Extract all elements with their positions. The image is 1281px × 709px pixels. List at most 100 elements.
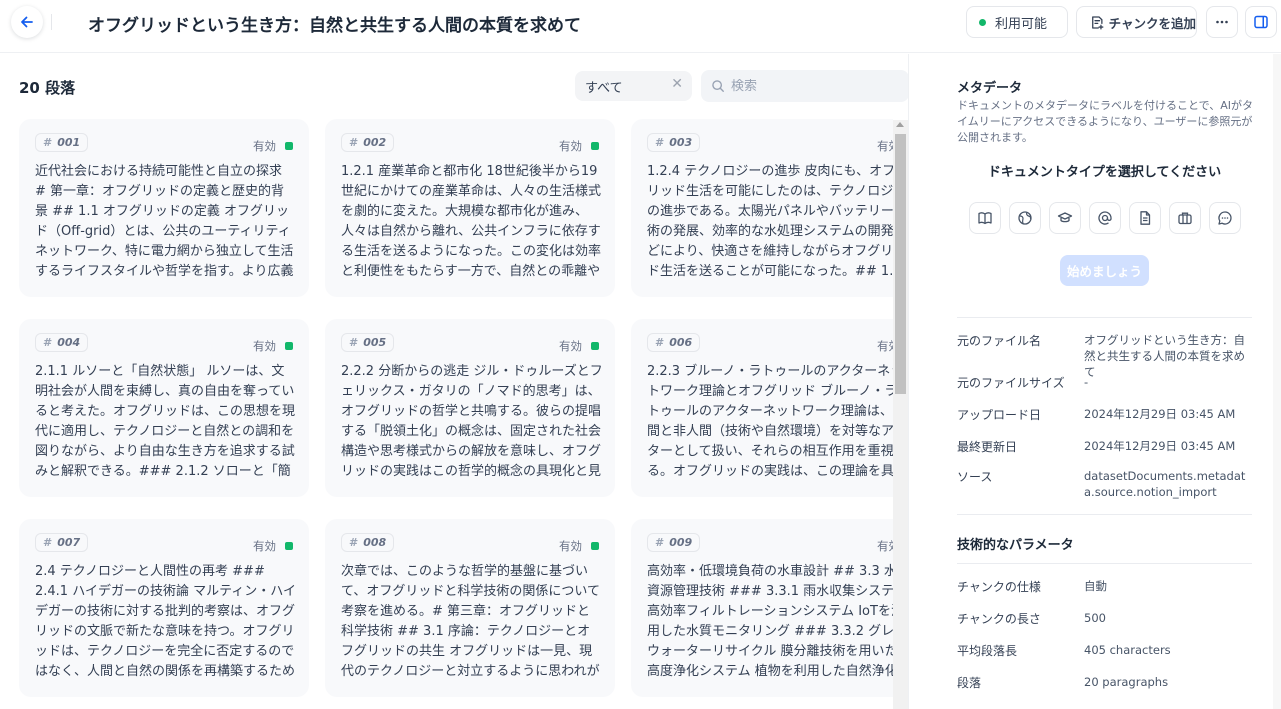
enabled-indicator	[591, 342, 599, 350]
chunk-card[interactable]: #001 有効 近代社会における持続可能性と自立の探求 # 第一章：オフグリッド…	[19, 119, 309, 297]
back-button[interactable]	[11, 6, 43, 38]
doc-type-social[interactable]	[1089, 202, 1121, 234]
chunk-content: 次章では、このような哲学的基盤に基づいて、オフグリッドと科学技術の関係について考…	[341, 564, 600, 679]
chunk-card[interactable]: #004 有効 2.1.1 ルソーと「自然状態」 ルソーは、文明社会が人間を束縛…	[19, 319, 309, 497]
chunk-content: 1.2.1 産業革命と都市化 18世紀後半から19世紀にかけての産業革命は、人々…	[341, 164, 602, 279]
field-value-last-updated: 2024年12月29日 03:45 AM	[1084, 439, 1236, 453]
enabled-indicator	[285, 142, 293, 150]
field-label-last-updated: 最終更新日	[957, 440, 1018, 454]
field-label-paragraphs: 段落	[957, 676, 982, 690]
search-input[interactable]	[731, 78, 901, 94]
briefcase-icon	[1178, 212, 1192, 225]
field-value-avg-paragraph-length: 405 characters	[1084, 643, 1171, 657]
chunk-card[interactable]: #006 有効 2.2.3 ブルーノ・ラトゥールのアクターネットワーク理論とオフ…	[631, 319, 893, 497]
doc-type-options	[969, 202, 1249, 234]
status-filter-select[interactable]: すべて ✕	[575, 71, 692, 101]
chunk-status: 有効	[559, 138, 599, 154]
chunk-id-badge: #003	[647, 133, 701, 152]
chunk-id-badge: #001	[35, 133, 89, 152]
chunk-content: 近代社会における持続可能性と自立の探求 # 第一章：オフグリッドの定義と歴史的背…	[35, 164, 294, 279]
field-label-chunk-mode: チャンクの仕様	[957, 580, 1041, 594]
more-options-button[interactable]	[1206, 6, 1238, 38]
at-sign-icon	[1098, 211, 1112, 225]
field-value-source: datasetDocuments.metadata.source.notion_…	[1084, 469, 1246, 499]
chunk-content: 1.2.4 テクノロジーの進歩 皮肉にも、オフグリッド生活を可能にしたのは、テク…	[647, 164, 893, 279]
chunk-id-badge: #007	[35, 533, 89, 552]
doc-type-paper[interactable]	[1049, 202, 1081, 234]
graduation-cap-icon	[1057, 212, 1073, 223]
chunk-content: 2.1.1 ルソーと「自然状態」 ルソーは、文明社会が人間を束縛し、真の自由を奪…	[35, 364, 296, 479]
technical-divider	[957, 563, 1252, 564]
chat-icon	[1218, 211, 1232, 225]
field-label-source: ソース	[957, 470, 993, 484]
doc-type-business[interactable]	[1169, 202, 1201, 234]
chunk-status: 有効	[253, 338, 293, 354]
chunk-id-badge: #009	[647, 533, 701, 552]
header-divider	[51, 14, 52, 30]
chunk-card[interactable]: #007 有効 2.4 テクノロジーと人間性の再考 ### 2.4.1 ハイデガ…	[19, 519, 309, 697]
chunk-list-scrollbar[interactable]	[893, 120, 908, 709]
field-label-chunk-length: チャンクの長さ	[957, 612, 1041, 626]
chunk-status: 有効	[253, 538, 293, 554]
chunk-card[interactable]: #002 有効 1.2.1 産業革命と都市化 18世紀後半から19世紀にかけての…	[325, 119, 615, 297]
document-title: オフグリッドという生き方：自然と共生する人間の本質を求めて	[88, 16, 581, 36]
clear-filter-icon[interactable]: ✕	[671, 76, 683, 92]
scrollbar-thumb[interactable]	[895, 134, 906, 394]
field-value-chunk-mode: 自動	[1084, 579, 1107, 593]
chunk-id-badge: #004	[35, 333, 89, 352]
add-chunk-label: チャンクを追加	[1108, 15, 1196, 31]
enabled-indicator	[591, 142, 599, 150]
start-button[interactable]: 始めましょう	[1060, 255, 1149, 286]
add-document-icon	[1092, 15, 1104, 30]
chunk-status: 有効	[559, 538, 599, 554]
book-icon	[978, 212, 992, 225]
field-label-original-filesize: 元のファイルサイズ	[957, 376, 1065, 390]
chunk-card[interactable]: #008 有効 次章では、このような哲学的基盤に基づいて、オフグリッドと科学技術…	[325, 519, 615, 697]
enabled-indicator	[285, 342, 293, 350]
doc-type-im-chat[interactable]	[1209, 202, 1241, 234]
chunk-id-badge: #008	[341, 533, 395, 552]
chunk-status: 有効	[877, 538, 893, 554]
chunk-status: 有効	[253, 138, 293, 154]
toggle-sidebar-button[interactable]	[1245, 6, 1277, 38]
field-label-upload-date: アップロード日	[957, 408, 1042, 422]
more-horizontal-icon	[1216, 20, 1228, 24]
technical-params-title: 技術的なパラメータ	[957, 538, 1074, 553]
sidebar-panel-icon	[1254, 15, 1268, 29]
doc-type-web[interactable]	[1009, 202, 1041, 234]
filter-value: すべて	[585, 81, 623, 96]
field-value-paragraphs: 20 paragraphs	[1084, 675, 1169, 689]
chunk-content: 2.2.3 ブルーノ・ラトゥールのアクターネットワーク理論とオフグリッド ブルー…	[647, 364, 893, 479]
add-chunk-button[interactable]: チャンクを追加	[1076, 6, 1197, 38]
chunk-card[interactable]: #003 有効 1.2.4 テクノロジーの進歩 皮肉にも、オフグリッド生活を可能…	[631, 119, 893, 297]
chunk-id-badge: #005	[341, 333, 395, 352]
metadata-panel-scrollbar[interactable]	[1273, 54, 1281, 709]
doc-type-personal-document[interactable]	[1129, 202, 1161, 234]
document-icon	[1140, 211, 1151, 225]
chunk-content: 2.4 テクノロジーと人間性の再考 ### 2.4.1 ハイデガーの技術論 マル…	[35, 564, 297, 679]
field-value-upload-date: 2024年12月29日 03:45 AM	[1084, 407, 1236, 421]
scroll-up-arrow-icon[interactable]	[896, 122, 904, 127]
chunk-status: 有効	[877, 138, 893, 154]
doc-type-book[interactable]	[969, 202, 1001, 234]
search-box[interactable]	[701, 70, 909, 102]
paragraph-count: 20 段落	[19, 79, 76, 97]
doc-type-prompt: ドキュメントタイプを選択してください	[987, 165, 1222, 180]
web-icon	[1018, 211, 1032, 225]
chunk-status: 有効	[559, 338, 599, 354]
field-label-avg-paragraph-length: 平均段落長	[957, 644, 1018, 658]
field-value-original-filename: オフグリッドという生き方：自然と共生する人間の本質を求めて	[1084, 333, 1245, 379]
chunk-card[interactable]: #009 有効 高効率・低環境負荷の水車設計 ## 3.3 水資源管理技術 ##…	[631, 519, 893, 697]
availability-status-button[interactable]: 利用可能	[966, 6, 1068, 38]
chunk-card[interactable]: #005 有効 2.2.2 分断からの逃走 ジル・ドゥルーズとフェリックス・ガタ…	[325, 319, 615, 497]
metadata-divider	[957, 317, 1252, 318]
metadata-description: ドキュメントのメタデータにラベルを付けることで、AIがタイムリーにアクセスできる…	[957, 99, 1253, 144]
status-label: 利用可能	[995, 16, 1048, 32]
top-header: オフグリッドという生き方：自然と共生する人間の本質を求めて 利用可能 チャンクを…	[0, 0, 1281, 53]
enabled-indicator	[285, 542, 293, 550]
chunk-list: #001 有効 近代社会における持続可能性と自立の探求 # 第一章：オフグリッド…	[0, 110, 893, 709]
field-label-original-filename: 元のファイル名	[957, 334, 1042, 348]
chunk-content: 高効率・低環境負荷の水車設計 ## 3.3 水資源管理技術 ### 3.3.1 …	[647, 564, 893, 679]
arrow-left-icon	[21, 16, 33, 28]
chunk-id-badge: #002	[341, 133, 395, 152]
